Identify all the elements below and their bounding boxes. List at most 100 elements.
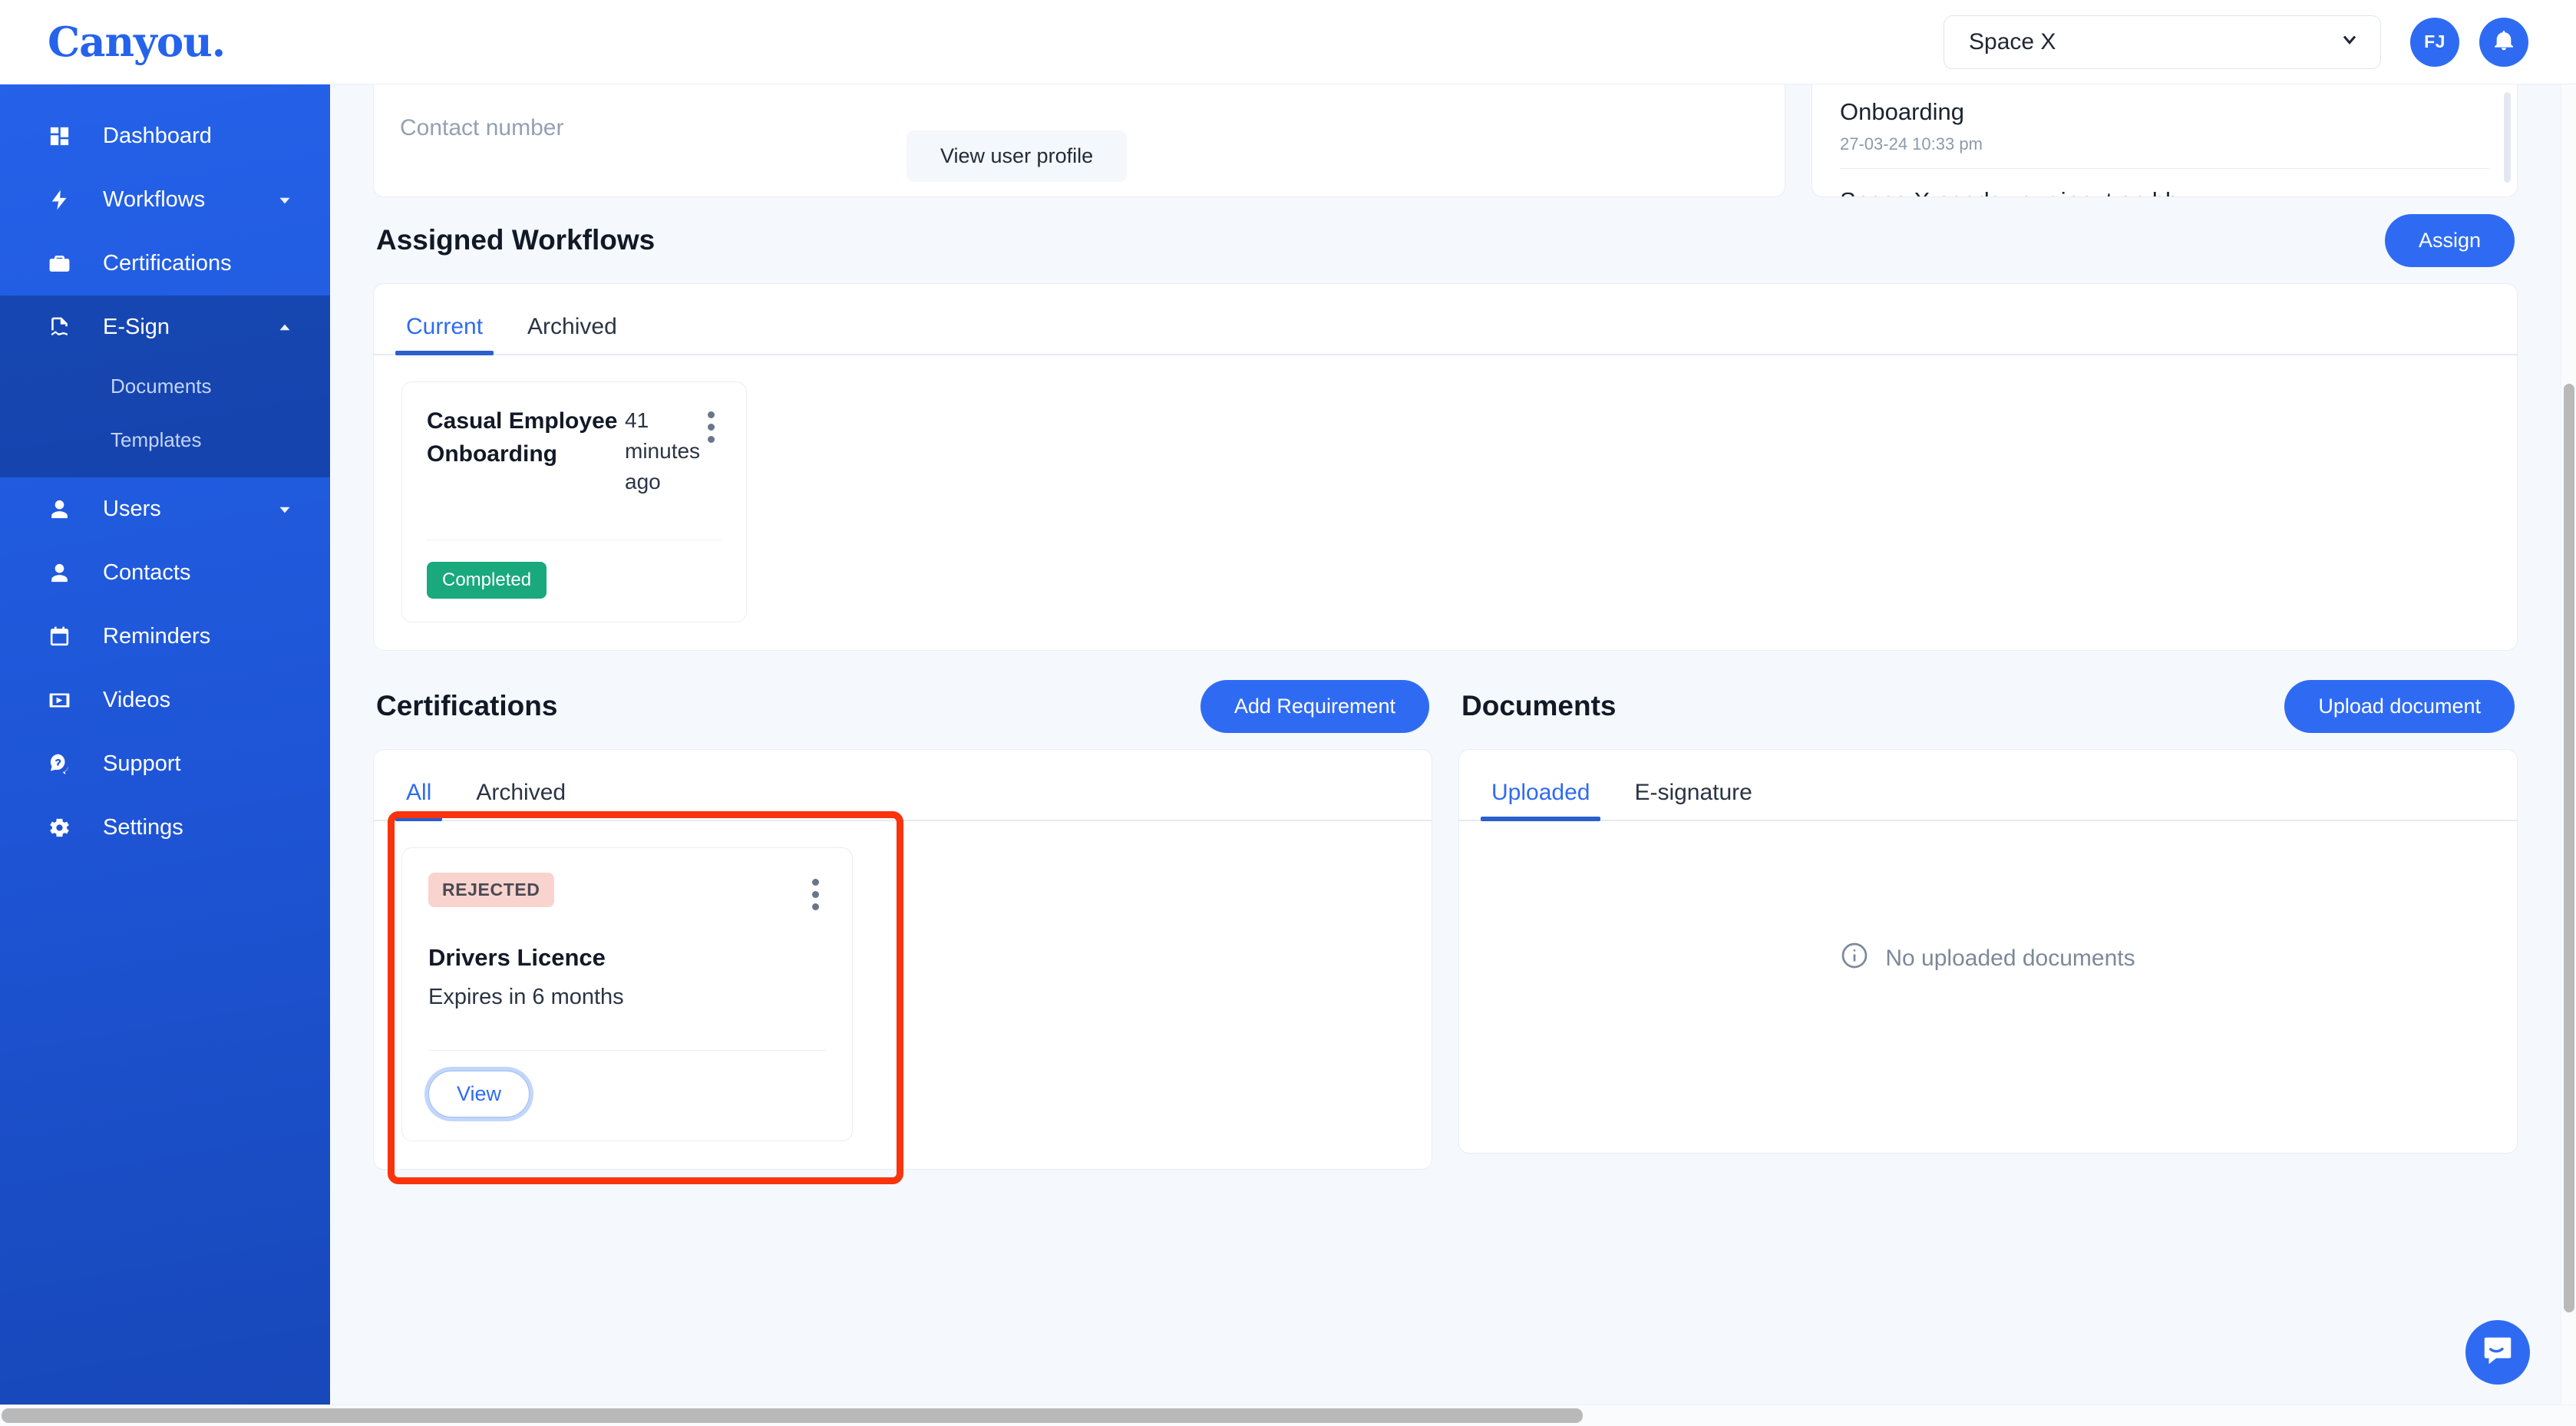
sidebar-item-dashboard[interactable]: Dashboard bbox=[0, 104, 330, 168]
certification-title: Drivers Licence bbox=[428, 944, 606, 972]
lower-row: Certifications Add Requirement All Archi… bbox=[373, 663, 2518, 1185]
workflows-body: Casual Employee Onboarding 41 minutes ag… bbox=[374, 355, 2517, 650]
view-user-profile-button[interactable]: View user profile bbox=[907, 130, 1128, 182]
workflow-more-menu-icon[interactable] bbox=[700, 405, 722, 443]
sidebar-item-certifications[interactable]: Certifications bbox=[0, 232, 330, 295]
page-title: Certifications bbox=[376, 690, 558, 722]
tab-uploaded[interactable]: Uploaded bbox=[1480, 780, 1601, 822]
page-title: Documents bbox=[1461, 690, 1617, 722]
tab-esignature[interactable]: E-signature bbox=[1630, 780, 1756, 820]
notification-time: 27-03-24 10:33 pm bbox=[1840, 134, 1983, 153]
brand-name: Canyou. bbox=[48, 18, 226, 66]
sidebar-nav: Dashboard Workflows Certifications E-Sig… bbox=[0, 84, 330, 860]
sidebar-item-contacts[interactable]: Contacts bbox=[0, 541, 330, 605]
certifications-body: REJECTED Drivers Licence Expires in 6 mo… bbox=[374, 821, 1432, 1169]
bolt-icon bbox=[43, 184, 75, 216]
workflows-panel: Current Archived Casual Employee Onboard… bbox=[373, 283, 2518, 652]
chevron-down-icon[interactable] bbox=[275, 190, 295, 210]
sidebar-item-label: Support bbox=[103, 751, 181, 776]
workflows-tabs: Current Archived bbox=[374, 284, 2517, 355]
avatar-initials: FJ bbox=[2424, 31, 2446, 51]
horizontal-scrollbar-thumb[interactable] bbox=[2, 1408, 1583, 1423]
document-sign-icon bbox=[43, 312, 75, 344]
horizontal-scrollbar[interactable] bbox=[0, 1405, 2576, 1426]
workflow-name: Casual Employee Onboarding bbox=[427, 408, 618, 467]
certification-more-menu-icon[interactable] bbox=[804, 873, 826, 911]
tab-all[interactable]: All bbox=[395, 780, 443, 822]
user-profile-card: Contact number View user profile bbox=[373, 84, 1785, 197]
workflow-time: 41 minutes ago bbox=[625, 408, 701, 493]
sidebar-item-label: Dashboard bbox=[103, 124, 212, 148]
video-icon bbox=[43, 685, 75, 717]
bell-icon bbox=[2492, 28, 2516, 56]
sidebar-item-label: Reminders bbox=[103, 624, 211, 649]
certifications-tabs: All Archived bbox=[374, 750, 1432, 822]
sidebar-item-label: Contacts bbox=[103, 560, 191, 585]
info-icon bbox=[1841, 942, 1868, 975]
documents-body: No uploaded documents bbox=[1459, 821, 2517, 1153]
notifications-scrollbar[interactable] bbox=[2504, 92, 2511, 183]
upload-document-button[interactable]: Upload document bbox=[2284, 679, 2515, 733]
chevron-down-icon[interactable] bbox=[275, 500, 295, 520]
notifications-button[interactable] bbox=[2479, 17, 2528, 67]
sidebar-item-settings[interactable]: Settings bbox=[0, 796, 330, 860]
sidebar-item-esign[interactable]: E-Sign bbox=[0, 295, 330, 359]
app-root: Canyou. Dashboard Workflows Certificatio… bbox=[0, 0, 2576, 1426]
brand-logo[interactable]: Canyou. bbox=[0, 0, 330, 84]
space-selector-value: Space X bbox=[1969, 28, 2056, 54]
divider bbox=[428, 1050, 826, 1051]
intercom-messenger-icon bbox=[2480, 1333, 2515, 1372]
notification-title[interactable]: Space X needs your input on hh bbox=[1840, 187, 2489, 196]
view-button[interactable]: View bbox=[428, 1071, 530, 1118]
add-requirement-button[interactable]: Add Requirement bbox=[1200, 679, 1429, 733]
documents-panel: Uploaded E-signature No uploaded documen… bbox=[1458, 749, 2518, 1154]
sidebar-subitem-templates[interactable]: Templates bbox=[0, 413, 330, 467]
vertical-scrollbar[interactable] bbox=[2561, 84, 2576, 1405]
sidebar: Canyou. Dashboard Workflows Certificatio… bbox=[0, 0, 330, 1426]
page-content: Contact number View user profile Onboard… bbox=[330, 84, 2561, 1405]
page-title: Assigned Workflows bbox=[376, 224, 656, 256]
vertical-scrollbar-thumb[interactable] bbox=[2564, 384, 2574, 1312]
top-bar: Space X FJ bbox=[330, 0, 2576, 84]
certifications-section-header: Certifications Add Requirement bbox=[373, 663, 1432, 749]
sidebar-subitem-label: Documents bbox=[111, 374, 212, 398]
certification-card[interactable]: REJECTED Drivers Licence Expires in 6 mo… bbox=[401, 847, 853, 1142]
avatar[interactable]: FJ bbox=[2410, 17, 2459, 67]
help-chat-icon bbox=[43, 748, 75, 781]
assign-button[interactable]: Assign bbox=[2384, 213, 2515, 267]
divider bbox=[1840, 168, 2489, 169]
user-icon bbox=[43, 493, 75, 526]
certifications-panel: All Archived REJECTED Drivers Licence Ex… bbox=[373, 749, 1432, 1185]
notifications-panel: Onboarding 27-03-24 10:33 pm Space X nee… bbox=[1811, 84, 2518, 197]
sidebar-item-support[interactable]: Support bbox=[0, 732, 330, 796]
esign-group: E-Sign Documents Templates bbox=[0, 295, 330, 477]
sidebar-item-label: Users bbox=[103, 497, 161, 521]
tab-current[interactable]: Current bbox=[395, 314, 494, 355]
empty-state-message: No uploaded documents bbox=[1885, 946, 2135, 972]
contact-number-label: Contact number bbox=[400, 115, 564, 140]
chevron-down-icon bbox=[2339, 28, 2360, 56]
documents-section-header: Documents Upload document bbox=[1458, 663, 2518, 749]
chevron-up-icon[interactable] bbox=[275, 318, 295, 338]
briefcase-icon bbox=[43, 248, 75, 280]
tab-archived[interactable]: Archived bbox=[523, 314, 622, 354]
intercom-chat-button[interactable] bbox=[2465, 1320, 2530, 1385]
main-area: Space X FJ Contact number View user prof… bbox=[330, 0, 2576, 1426]
documents-column: Documents Upload document Uploaded E-sig… bbox=[1458, 663, 2518, 1154]
dashboard-icon bbox=[43, 120, 75, 153]
sidebar-item-reminders[interactable]: Reminders bbox=[0, 605, 330, 668]
workflow-card[interactable]: Casual Employee Onboarding 41 minutes ag… bbox=[401, 381, 747, 623]
top-row: Contact number View user profile Onboard… bbox=[373, 84, 2518, 197]
space-selector[interactable]: Space X bbox=[1944, 15, 2381, 69]
sidebar-item-users[interactable]: Users bbox=[0, 477, 330, 541]
status-badge: Completed bbox=[427, 562, 547, 599]
sidebar-item-workflows[interactable]: Workflows bbox=[0, 168, 330, 232]
sidebar-item-videos[interactable]: Videos bbox=[0, 668, 330, 732]
notification-title[interactable]: Onboarding bbox=[1840, 98, 2489, 126]
tab-archived[interactable]: Archived bbox=[471, 780, 570, 820]
empty-state: No uploaded documents bbox=[1487, 847, 2489, 1070]
sidebar-subitem-documents[interactable]: Documents bbox=[0, 359, 330, 413]
status-badge: REJECTED bbox=[428, 873, 554, 908]
sidebar-item-label: E-Sign bbox=[103, 315, 170, 339]
sidebar-item-label: Workflows bbox=[103, 187, 206, 212]
